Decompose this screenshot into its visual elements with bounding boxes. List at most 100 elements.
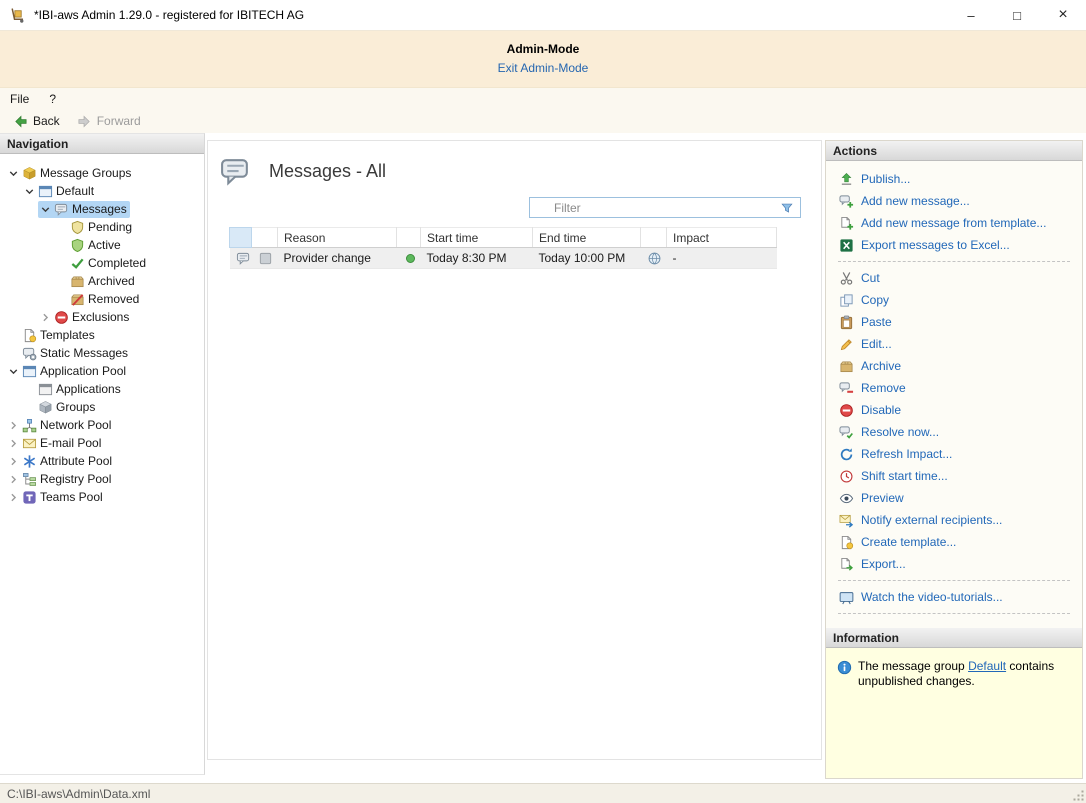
tree-item-e-mail-pool[interactable]: E-mail Pool <box>0 434 204 452</box>
tree-expander[interactable] <box>6 436 21 451</box>
actions-overflow[interactable]: ... <box>826 619 1082 628</box>
action-paste[interactable]: Paste <box>826 311 1082 333</box>
close-button[interactable]: × <box>1040 0 1086 30</box>
action-export[interactable]: Export... <box>826 553 1082 575</box>
admin-mode-banner: Admin-Mode Exit Admin-Mode <box>0 31 1086 88</box>
action-add-new-message[interactable]: Add new message... <box>826 190 1082 212</box>
tree-expander[interactable] <box>6 472 21 487</box>
action-shift-start-time[interactable]: Shift start time... <box>826 465 1082 487</box>
remove-icon <box>839 381 854 396</box>
tree-expander[interactable] <box>6 166 21 181</box>
add-new-message-icon <box>839 194 854 209</box>
tree-item-groups[interactable]: Groups <box>0 398 204 416</box>
action-copy[interactable]: Copy <box>826 289 1082 311</box>
action-label: Edit... <box>861 337 892 351</box>
tree-item-attribute-pool[interactable]: Attribute Pool <box>0 452 204 470</box>
window-title: *IBI-aws Admin 1.29.0 - registered for I… <box>34 8 304 22</box>
column-header-reason[interactable]: Reason <box>278 228 397 248</box>
exit-admin-mode-link[interactable]: Exit Admin-Mode <box>498 61 589 75</box>
action-label: Create template... <box>861 535 956 549</box>
table-row[interactable]: Provider changeToday 8:30 PMToday 10:00 … <box>230 248 777 269</box>
action-notify-external-recipients[interactable]: Notify external recipients... <box>826 509 1082 531</box>
column-header-blank[interactable] <box>252 228 278 248</box>
action-preview[interactable]: Preview <box>826 487 1082 509</box>
tree-item-templates[interactable]: Templates <box>0 326 204 344</box>
filter-input[interactable] <box>530 198 780 217</box>
tree-item-message-groups[interactable]: Message Groups <box>0 164 204 182</box>
tree-item-messages[interactable]: Messages <box>0 200 204 218</box>
action-watch-the-video-tutorials[interactable]: Watch the video-tutorials... <box>826 586 1082 608</box>
action-create-template[interactable]: Create template... <box>826 531 1082 553</box>
forward-button[interactable]: Forward <box>73 112 145 131</box>
filter-funnel-icon[interactable] <box>780 201 794 215</box>
tree-item-default[interactable]: Default <box>0 182 204 200</box>
application-pool-icon <box>22 364 37 379</box>
tree-item-exclusions[interactable]: Exclusions <box>0 308 204 326</box>
tree-item-network-pool[interactable]: Network Pool <box>0 416 204 434</box>
tree-expander[interactable] <box>38 310 53 325</box>
column-header-impact[interactable]: Impact <box>667 228 777 248</box>
tree-expander[interactable] <box>6 364 21 379</box>
impact-icon <box>641 248 667 269</box>
templates-icon <box>22 328 37 343</box>
tree-expander <box>22 382 37 397</box>
action-label: Export messages to Excel... <box>861 238 1010 252</box>
back-button[interactable]: Back <box>9 112 64 131</box>
tree-item-label: Completed <box>88 256 146 270</box>
active-icon <box>70 238 85 253</box>
action-remove[interactable]: Remove <box>826 377 1082 399</box>
action-resolve-now[interactable]: Resolve now... <box>826 421 1082 443</box>
message-type-icon <box>230 248 252 269</box>
action-edit[interactable]: Edit... <box>826 333 1082 355</box>
column-header-blank[interactable] <box>641 228 667 248</box>
minimize-button[interactable]: – <box>948 0 994 30</box>
app-logo-icon <box>9 7 26 24</box>
tree-item-active[interactable]: Active <box>0 236 204 254</box>
tree-item-removed[interactable]: Removed <box>0 290 204 308</box>
tree-expander <box>54 256 69 271</box>
groups-icon <box>38 400 53 415</box>
tree-item-pending[interactable]: Pending <box>0 218 204 236</box>
tree-item-teams-pool[interactable]: Teams Pool <box>0 488 204 506</box>
tree-expander[interactable] <box>38 202 53 217</box>
tree-expander[interactable] <box>6 418 21 433</box>
resize-grip-icon[interactable] <box>1072 789 1084 801</box>
tree-expander[interactable] <box>6 490 21 505</box>
tree-item-archived[interactable]: Archived <box>0 272 204 290</box>
cut-icon <box>839 271 854 286</box>
archive-icon <box>839 359 854 374</box>
export-messages-to-excel-icon <box>839 238 854 253</box>
tree-item-static-messages[interactable]: Static Messages <box>0 344 204 362</box>
network-pool-icon <box>22 418 37 433</box>
message-type-icon <box>236 251 251 266</box>
tree-item-completed[interactable]: Completed <box>0 254 204 272</box>
action-export-messages-to-excel[interactable]: Export messages to Excel... <box>826 234 1082 256</box>
tree-expander[interactable] <box>22 184 37 199</box>
forward-label: Forward <box>97 114 141 128</box>
menu-file[interactable]: File <box>0 88 39 109</box>
action-publish[interactable]: Publish... <box>826 168 1082 190</box>
tree-item-applications[interactable]: Applications <box>0 380 204 398</box>
menu-help[interactable]: ? <box>39 88 66 109</box>
static-messages-icon <box>22 346 37 361</box>
maximize-button[interactable]: □ <box>994 0 1040 30</box>
column-header-blank[interactable] <box>397 228 421 248</box>
tree-item-registry-pool[interactable]: Registry Pool <box>0 470 204 488</box>
filter-box <box>529 197 801 218</box>
attribute-pool-icon <box>22 454 37 469</box>
information-panel: The message group Default contains unpub… <box>826 648 1082 778</box>
action-add-new-message-from-template[interactable]: Add new message from template... <box>826 212 1082 234</box>
action-archive[interactable]: Archive <box>826 355 1082 377</box>
action-disable[interactable]: Disable <box>826 399 1082 421</box>
tree-expander[interactable] <box>6 454 21 469</box>
action-refresh-impact[interactable]: Refresh Impact... <box>826 443 1082 465</box>
column-header-start-time[interactable]: Start time <box>421 228 533 248</box>
tree-item-application-pool[interactable]: Application Pool <box>0 362 204 380</box>
column-header-blank[interactable] <box>230 228 252 248</box>
default-group-link[interactable]: Default <box>968 659 1006 673</box>
menubar: File ? <box>0 88 1086 109</box>
actions-divider <box>838 613 1070 614</box>
tree-item-label: Pending <box>88 220 132 234</box>
column-header-end-time[interactable]: End time <box>533 228 641 248</box>
action-cut[interactable]: Cut <box>826 267 1082 289</box>
